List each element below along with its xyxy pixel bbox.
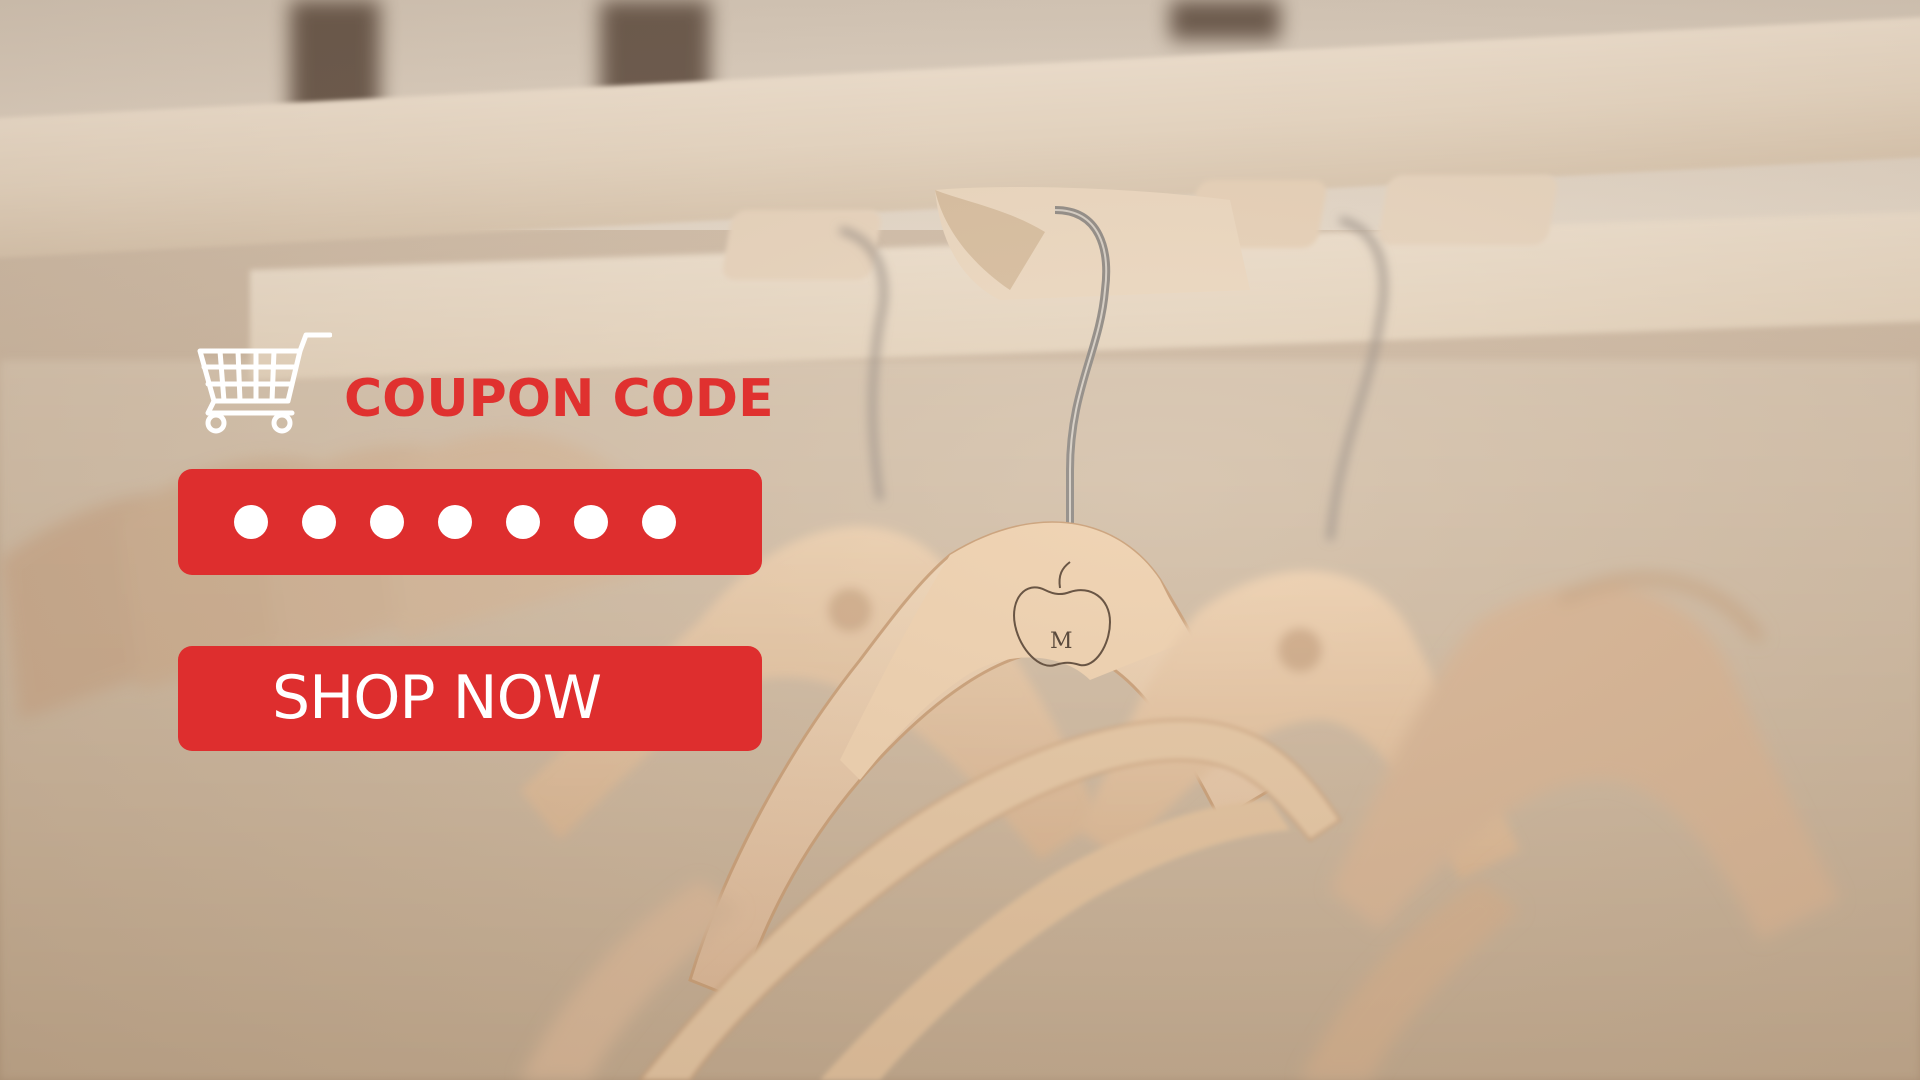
shopping-cart-icon <box>197 332 332 434</box>
shop-now-button[interactable]: SHOP NOW <box>178 646 762 751</box>
code-dot <box>302 505 336 539</box>
code-dot <box>234 505 268 539</box>
code-dot <box>642 505 676 539</box>
masked-code <box>234 505 676 539</box>
code-dot <box>506 505 540 539</box>
code-dot <box>438 505 472 539</box>
promo-banner: M <box>0 0 1920 1080</box>
code-dot <box>574 505 608 539</box>
coupon-code-box[interactable] <box>178 469 762 575</box>
code-dot <box>370 505 404 539</box>
coupon-title: COUPON CODE <box>344 369 774 429</box>
coupon-header: COUPON CODE <box>192 325 774 435</box>
